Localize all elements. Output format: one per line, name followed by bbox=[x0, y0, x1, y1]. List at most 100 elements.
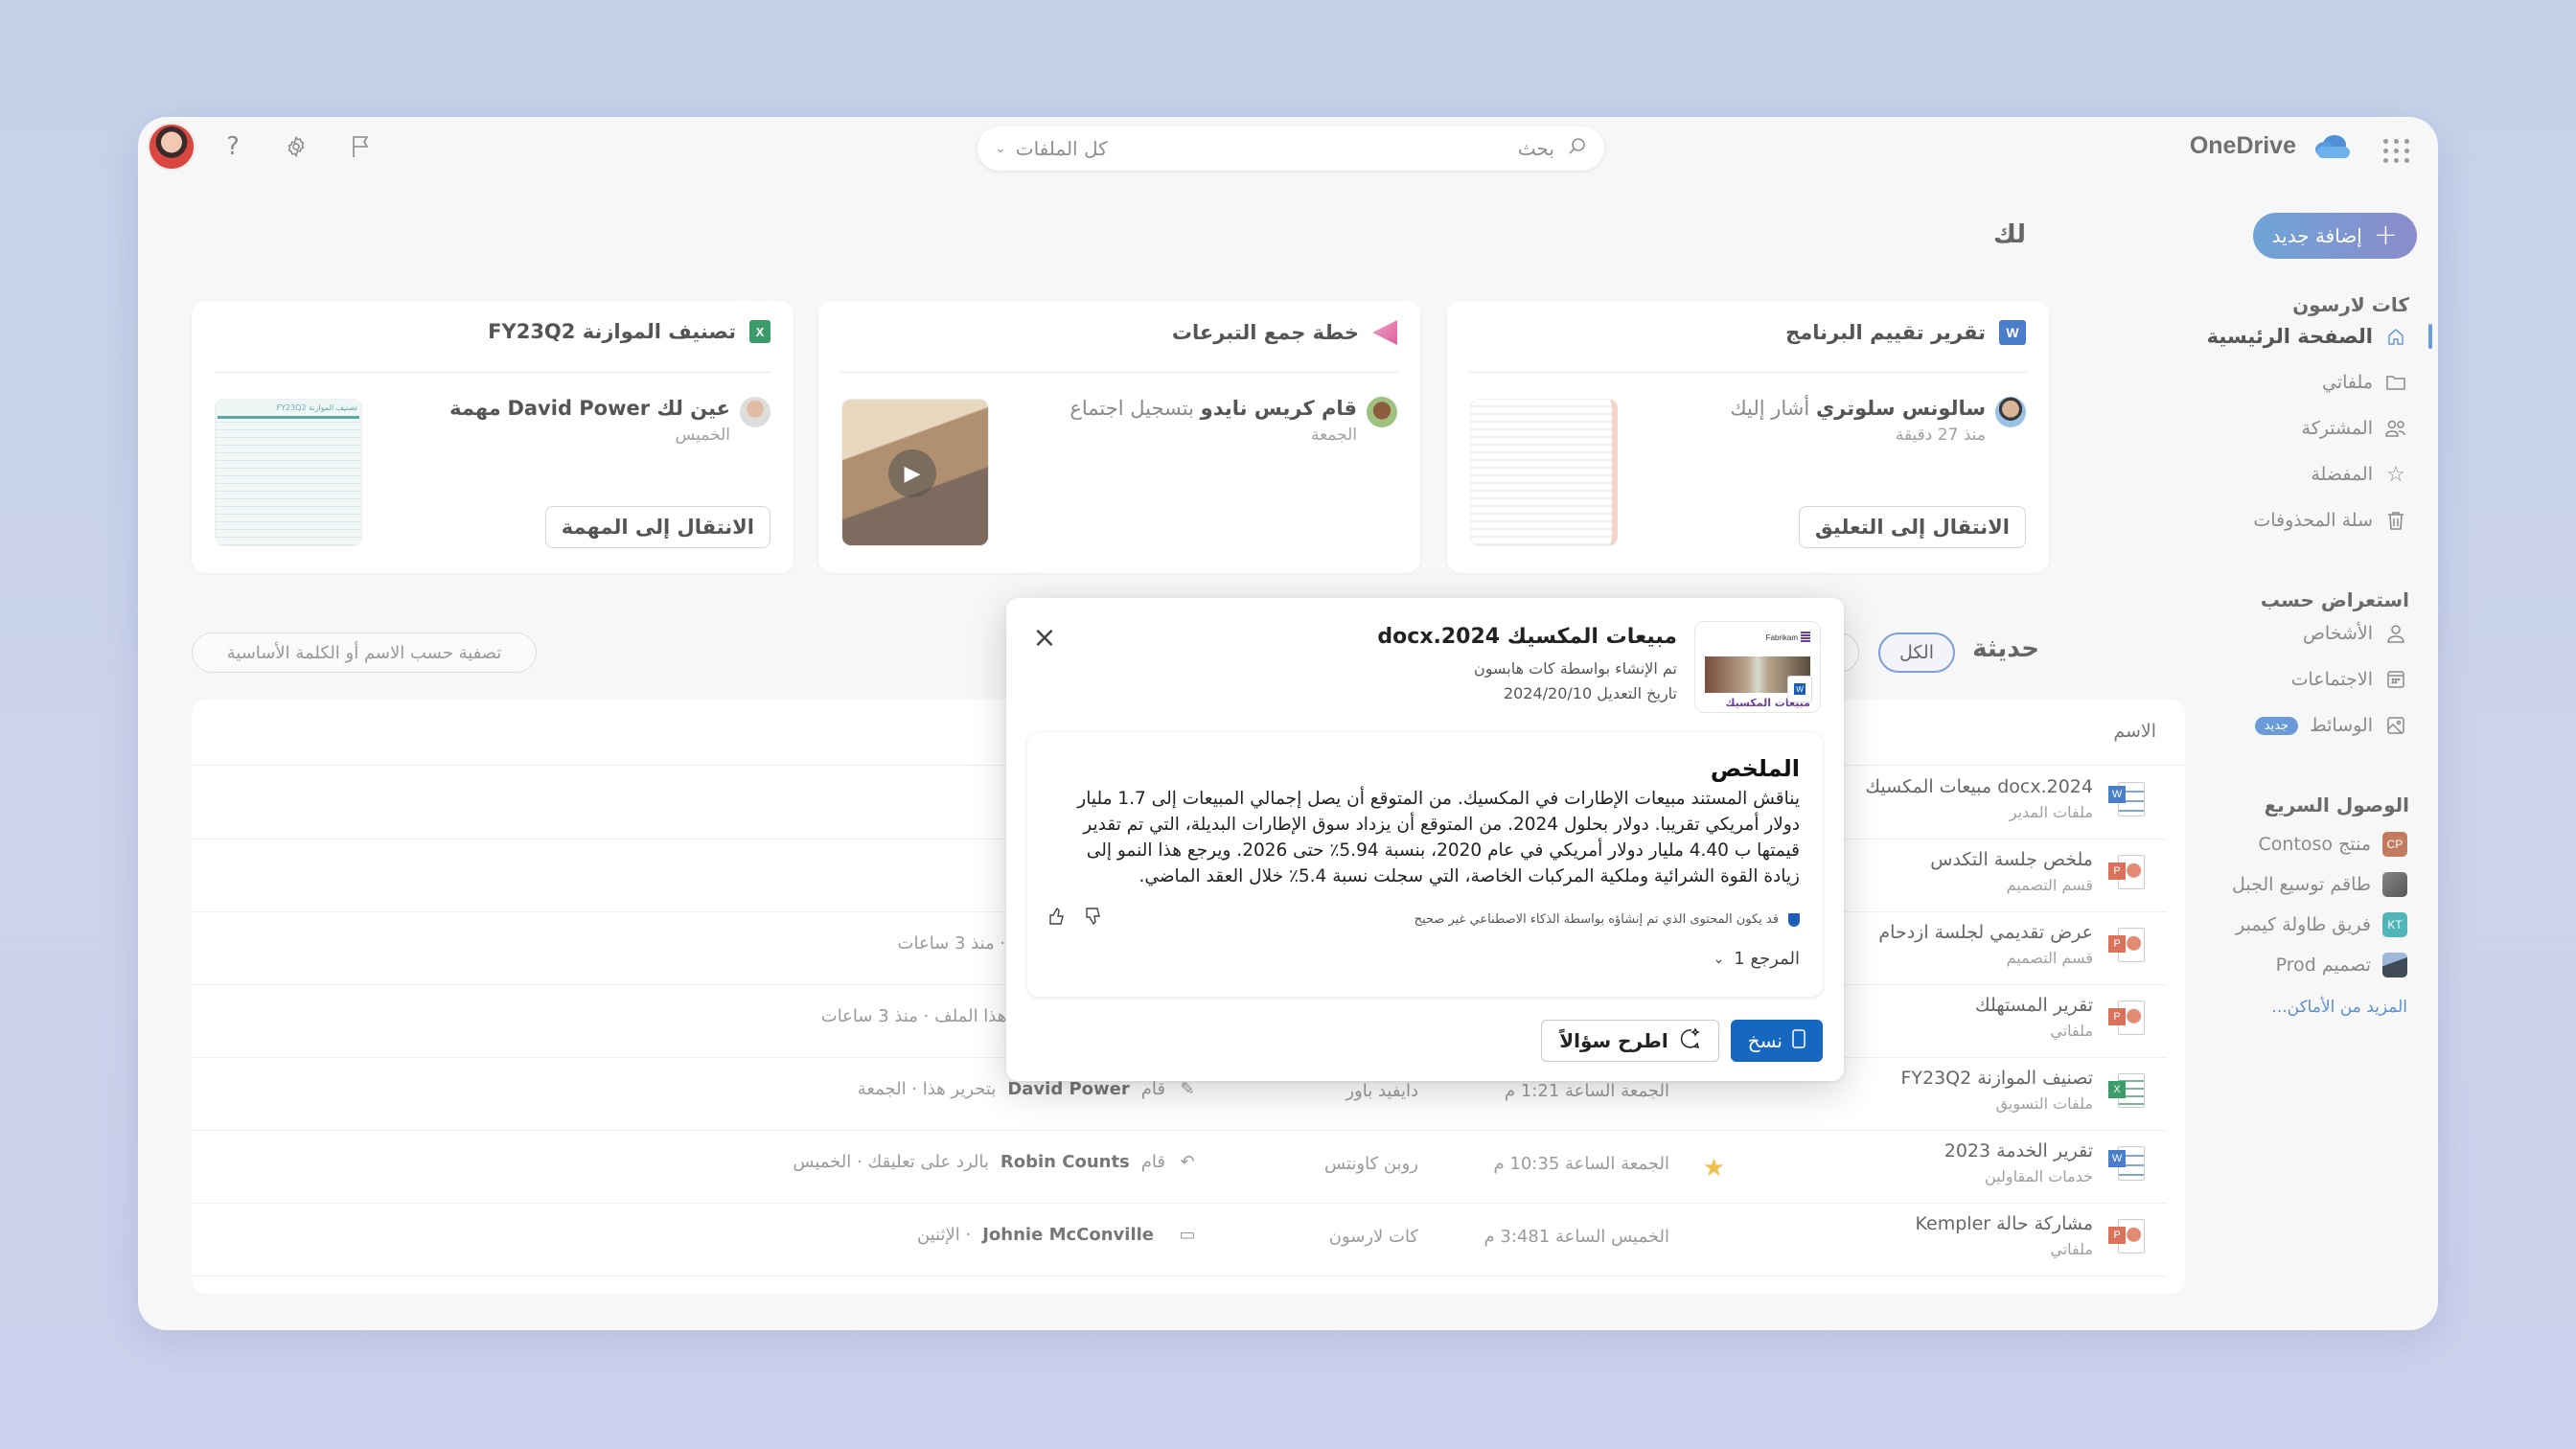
for-you-card[interactable]: W تقرير تقييم البرنامج سالونس سلوتري أشا… bbox=[1447, 301, 2049, 573]
modified-time: الجمعة الساعة 1:21 م bbox=[1504, 1081, 1669, 1101]
table-row[interactable]: W تقرير الخدمة 2023 خدمات المقاولين ★ الجمعة… bbox=[192, 1131, 2166, 1204]
sidebar-item-meetings[interactable]: الاجتماعات bbox=[2291, 665, 2407, 694]
file-location: ملفاتي bbox=[2050, 1022, 2093, 1040]
go-to-comment-button[interactable]: الانتقال إلى التعليق bbox=[1798, 506, 2026, 548]
copy-button[interactable]: نسخ bbox=[1730, 1020, 1823, 1062]
star-icon: ☆ bbox=[2386, 462, 2405, 487]
summary-text: يناقش المستند مبيعات الإطارات في المكسيك… bbox=[1077, 789, 1800, 886]
file-owner: دايفيد باور bbox=[1346, 1081, 1418, 1101]
file-name[interactable]: عرض تقديمي لجلسة ازدحام bbox=[1878, 922, 2093, 943]
onedrive-window: ? بحث كل الملفات ⌄ OneDrive + إضافة جديد… bbox=[138, 117, 2438, 1330]
image-icon bbox=[2384, 714, 2407, 737]
quick-access-item[interactable]: KT فريق طاولة كيمبر bbox=[2236, 910, 2407, 939]
feedback-flag-icon[interactable] bbox=[347, 132, 376, 161]
new-badge: جديد bbox=[2254, 716, 2299, 735]
sidebar-item-people[interactable]: الأشخاص bbox=[2303, 619, 2407, 648]
brand-logo: Fabrikam bbox=[1765, 632, 1798, 642]
sidebar-item-home[interactable]: الصفحة الرئيسية bbox=[2207, 322, 2407, 351]
card-file-name: تقرير تقييم البرنامج bbox=[1785, 321, 1986, 344]
site-tile-icon: CP bbox=[2382, 832, 2407, 857]
file-thumbnail: Fabrikam مبيعات المكسيك W bbox=[1694, 621, 1821, 713]
settings-gear-icon[interactable] bbox=[282, 132, 310, 161]
quick-access-item[interactable]: طاقم توسيع الجبل bbox=[2232, 870, 2407, 899]
file-name[interactable]: تصنيف الموازنة FY23Q2 bbox=[1900, 1068, 2093, 1089]
file-name[interactable]: docx.2024 مبيعات المكسيك bbox=[1865, 776, 2093, 797]
stream-icon bbox=[1372, 320, 1397, 345]
copy-icon bbox=[1792, 1028, 1806, 1053]
app-launcher-icon[interactable] bbox=[2380, 136, 2409, 165]
plus-icon: + bbox=[2373, 218, 2398, 252]
trash-icon bbox=[2384, 509, 2407, 532]
close-icon[interactable]: × bbox=[1031, 624, 1058, 653]
calendar-icon bbox=[2384, 668, 2407, 691]
summary-panel: الملخص يناقش المستند مبيعات الإطارات في … bbox=[1027, 732, 1823, 997]
sidebar-item-media[interactable]: الوسائط جديد bbox=[2254, 711, 2407, 740]
more-places-link[interactable]: المزيد من الأماكن... bbox=[2271, 993, 2407, 1022]
file-owner: روبن كاونتس bbox=[1324, 1154, 1418, 1174]
help-icon[interactable]: ? bbox=[218, 132, 247, 161]
ask-question-button[interactable]: اطرح سؤالاً bbox=[1541, 1020, 1719, 1062]
go-to-task-button[interactable]: الانتقال إلى المهمة bbox=[544, 506, 770, 548]
for-you-card[interactable]: X تصنيف الموازنة FY23Q2 عين لك David Pow… bbox=[192, 301, 794, 573]
sidebar-item-shared[interactable]: المشتركة bbox=[2302, 414, 2407, 443]
search-box[interactable]: بحث كل الملفات ⌄ bbox=[978, 126, 1604, 171]
thumbs-down-icon[interactable] bbox=[1085, 907, 1102, 931]
sidebar-section-browse: استعراض حسب bbox=[2260, 588, 2409, 611]
file-location: ملفات التسويق bbox=[1995, 1094, 2093, 1113]
ppt-file-icon: P bbox=[2108, 928, 2147, 966]
activity: ✎ قام David Power بتحرير هذا · الجمعة bbox=[858, 1079, 1198, 1099]
search-scope-dropdown[interactable]: كل الملفات ⌄ bbox=[995, 137, 1108, 160]
site-image-icon bbox=[2382, 953, 2407, 978]
card-person-name: عين لك David Power bbox=[507, 397, 730, 420]
people-icon bbox=[2384, 417, 2407, 440]
references-toggle[interactable]: المرجع 1 ⌄ bbox=[1714, 949, 1800, 969]
file-location: خدمات المقاولين bbox=[1984, 1167, 2093, 1185]
divider bbox=[215, 372, 770, 373]
activity-person: David Power bbox=[1007, 1079, 1130, 1099]
ppt-file-icon: P bbox=[2108, 1219, 2147, 1257]
filter-all[interactable]: الكل bbox=[1878, 632, 1955, 673]
table-row[interactable]: P مشاركة حالة Kempler ملفاتي الخميس الساعة … bbox=[192, 1204, 2166, 1276]
active-indicator bbox=[2428, 324, 2432, 349]
modified-time: الخميس الساعة 3:481 م bbox=[1484, 1227, 1669, 1247]
column-header-name[interactable]: الاسم bbox=[2113, 721, 2156, 742]
copilot-chat-sparkle-icon bbox=[1678, 1026, 1701, 1055]
sidebar-section-quick-access: الوصول السريع bbox=[2264, 794, 2409, 816]
file-summary-popup: Fabrikam مبيعات المكسيك W مبيعات المكسيك… bbox=[1006, 598, 1844, 1081]
card-person-name: قام كريس نايدو bbox=[1200, 397, 1357, 420]
quick-access-item[interactable]: تصميم Prod bbox=[2276, 951, 2407, 979]
person-avatar bbox=[740, 397, 770, 427]
chevron-down-icon: ⌄ bbox=[995, 141, 1006, 156]
file-name[interactable]: ملخص جلسة التكدس bbox=[1930, 849, 2093, 870]
video-thumbnail[interactable]: ▶ bbox=[841, 399, 989, 546]
user-avatar[interactable] bbox=[148, 123, 196, 171]
comment-icon: ▭ bbox=[1179, 1225, 1196, 1245]
sidebar-item-favorites[interactable]: ☆ المفضلة bbox=[2311, 460, 2407, 489]
file-name[interactable]: تقرير الخدمة 2023 bbox=[1944, 1140, 2093, 1162]
file-location: قسم التصميم bbox=[2006, 949, 2093, 967]
site-tile-icon: KT bbox=[2382, 912, 2407, 937]
search-input[interactable]: بحث bbox=[1121, 137, 1554, 160]
document-thumbnail bbox=[1470, 399, 1618, 546]
sidebar-item-recycle-bin[interactable]: سلة المحذوفات bbox=[2253, 506, 2407, 535]
search-icon bbox=[1568, 137, 1587, 160]
card-person-name: سالونس سلوتري bbox=[1815, 397, 1986, 420]
divider bbox=[1470, 372, 2026, 373]
home-icon bbox=[2384, 325, 2407, 348]
sidebar-section-user: كات لارسون bbox=[2292, 293, 2409, 316]
file-location: قسم التصميم bbox=[2006, 876, 2093, 894]
card-file-name: تصنيف الموازنة FY23Q2 bbox=[488, 320, 736, 343]
sidebar-item-my-files[interactable]: ملفاتي bbox=[2322, 368, 2407, 397]
favorite-star-icon[interactable]: ★ bbox=[1703, 1154, 1725, 1183]
card-file-name: خطة جمع التبرعات bbox=[1171, 321, 1359, 344]
file-name[interactable]: مشاركة حالة Kempler bbox=[1916, 1213, 2093, 1234]
file-name[interactable]: تقرير المستهلك bbox=[1975, 995, 2093, 1016]
filter-input[interactable]: تصفية حسب الاسم أو الكلمة الأساسية bbox=[192, 632, 537, 673]
thumbs-up-icon[interactable] bbox=[1048, 907, 1066, 931]
word-file-icon: W bbox=[1787, 676, 1812, 702]
quick-access-item[interactable]: CP منتج Contoso bbox=[2259, 830, 2407, 859]
add-new-button[interactable]: + إضافة جديد bbox=[2252, 213, 2417, 259]
for-you-card[interactable]: خطة جمع التبرعات قام كريس نايدو بتسجيل ا… bbox=[818, 301, 1420, 573]
popup-file-title: مبيعات المكسيك 2024.docx bbox=[1377, 625, 1677, 649]
card-time: منذ 27 دقيقة bbox=[1895, 426, 1986, 445]
